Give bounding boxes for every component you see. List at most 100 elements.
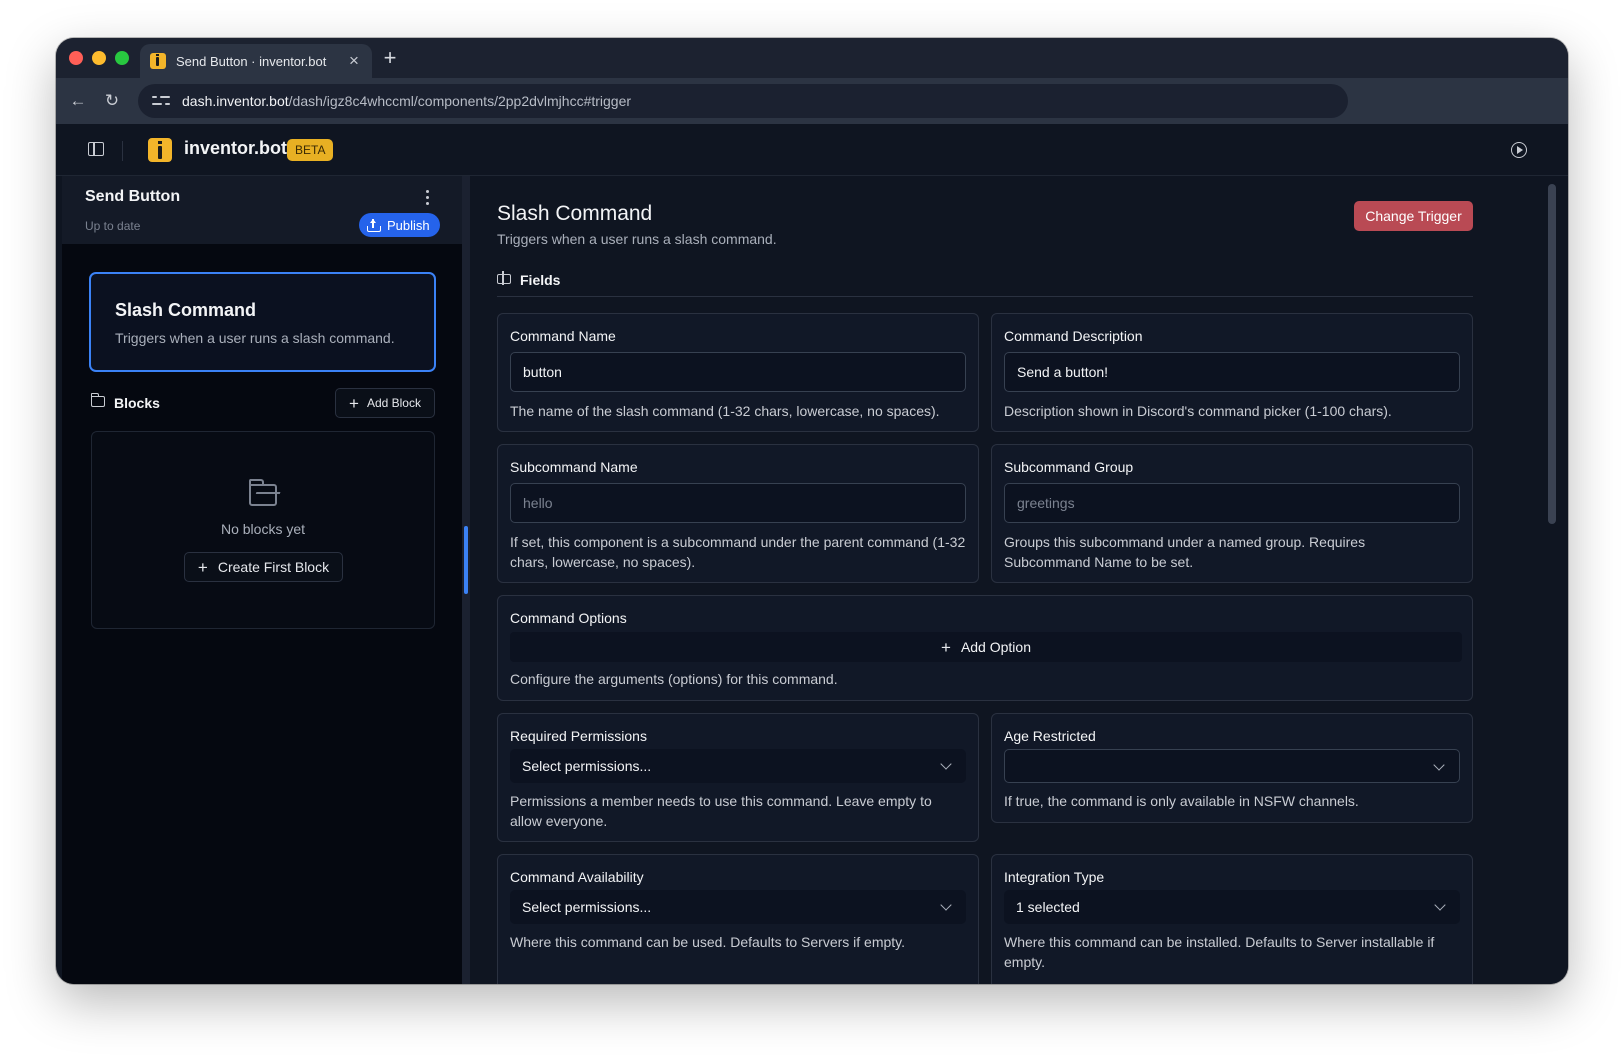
command-availability-help: Where this command can be used. Defaults…	[510, 934, 906, 950]
command-description-input[interactable]: Send a button!	[1004, 352, 1460, 392]
plus-icon: +	[197, 557, 208, 577]
fields-section-header: Fields	[497, 269, 1473, 297]
favicon-icon	[150, 53, 166, 69]
minimize-window-button[interactable]	[92, 51, 106, 65]
panel-resizer[interactable]	[462, 176, 470, 984]
sidebar-toggle-icon[interactable]	[88, 142, 104, 156]
fields-label: Fields	[520, 272, 561, 288]
more-options-icon[interactable]	[423, 189, 431, 207]
required-permissions-card: Required Permissions Select permissions.…	[497, 713, 979, 842]
beta-badge: BETA	[287, 139, 334, 161]
tab-title: Send Button · inventor.bot	[176, 53, 327, 69]
app-header: inventor.bot BETA	[56, 124, 1568, 176]
reload-icon[interactable]: ↻	[100, 89, 124, 113]
age-restricted-card: Age Restricted If true, the command is o…	[991, 713, 1473, 823]
address-bar[interactable]: dash.inventor.bot/dash/igz8c4whccml/comp…	[138, 84, 1348, 118]
chevron-down-icon	[940, 899, 952, 911]
create-first-block-label: Create First Block	[217, 559, 330, 575]
publish-button[interactable]: Publish	[359, 213, 440, 237]
command-options-help: Configure the arguments (options) for th…	[510, 671, 838, 687]
integration-type-value: 1 selected	[1016, 899, 1080, 915]
integration-type-card: Integration Type 1 selected Where this c…	[991, 854, 1473, 984]
subcommand-group-input[interactable]: greetings	[1004, 483, 1460, 523]
back-arrow-icon[interactable]: ←	[66, 89, 90, 113]
age-restricted-label: Age Restricted	[1004, 728, 1096, 744]
close-window-button[interactable]	[69, 51, 83, 65]
command-options-card: Command Options + Add Option Configure t…	[497, 595, 1473, 701]
command-availability-value: Select permissions...	[522, 899, 652, 915]
sidebar-header: Send Button Up to date Publish	[62, 176, 462, 244]
folder-icon	[90, 393, 105, 407]
integration-type-label: Integration Type	[1004, 869, 1105, 885]
age-restricted-select[interactable]	[1004, 749, 1460, 783]
trigger-settings-panel: Slash Command Triggers when a user runs …	[470, 176, 1568, 984]
required-permissions-label: Required Permissions	[510, 728, 647, 744]
command-options-label: Command Options	[510, 610, 627, 626]
add-option-label: Add Option	[960, 639, 1031, 655]
text-cursor-input-icon	[497, 271, 511, 285]
browser-toolbar: ← ↻ dash.inventor.bot/dash/igz8c4whccml/…	[56, 78, 1568, 124]
chevron-down-icon	[940, 758, 952, 770]
publish-status: Up to date	[85, 219, 141, 233]
subcommand-group-card: Subcommand Group greetings Groups this s…	[991, 444, 1473, 583]
chevron-down-icon	[1433, 759, 1445, 771]
blocks-section-header: Blocks + Add Block	[90, 388, 435, 418]
url-text: dash.inventor.bot/dash/igz8c4whccml/comp…	[182, 93, 632, 109]
publish-label: Publish	[387, 217, 430, 233]
required-permissions-help: Permissions a member needs to use this c…	[510, 793, 932, 829]
trigger-card[interactable]: Slash Command Triggers when a user runs …	[89, 272, 436, 372]
required-permissions-value: Select permissions...	[522, 758, 652, 774]
tab-strip: Send Button · inventor.bot × +	[56, 38, 1568, 78]
browser-tab[interactable]: Send Button · inventor.bot ×	[140, 44, 372, 78]
command-description-label: Command Description	[1004, 328, 1143, 344]
subcommand-name-input[interactable]: hello	[510, 483, 966, 523]
chevron-down-icon	[1434, 899, 1446, 911]
subcommand-group-label: Subcommand Group	[1004, 459, 1134, 475]
scrollbar[interactable]	[1548, 184, 1556, 524]
command-name-label: Command Name	[510, 328, 616, 344]
subcommand-name-card: Subcommand Name hello If set, this compo…	[497, 444, 979, 583]
command-availability-card: Command Availability Select permissions.…	[497, 854, 979, 984]
subcommand-name-label: Subcommand Name	[510, 459, 638, 475]
resizer-handle[interactable]	[464, 526, 468, 594]
blocks-label: Blocks	[114, 395, 160, 411]
command-description-help: Description shown in Discord's command p…	[1004, 403, 1392, 419]
trigger-card-title: Slash Command	[115, 300, 257, 320]
command-availability-label: Command Availability	[510, 869, 644, 885]
trigger-card-description: Triggers when a user runs a slash comman…	[115, 330, 395, 346]
header-divider	[122, 141, 123, 161]
add-block-label: Add Block	[366, 396, 421, 410]
age-restricted-help: If true, the command is only available i…	[1004, 793, 1359, 809]
command-name-help: The name of the slash command (1-32 char…	[510, 403, 940, 419]
brand-name: inventor.bot	[184, 138, 287, 158]
tab-close-icon[interactable]: ×	[346, 51, 362, 71]
new-tab-button[interactable]: +	[378, 46, 402, 70]
empty-blocks-panel: No blocks yet + Create First Block	[91, 431, 435, 629]
site-settings-icon[interactable]	[152, 94, 170, 108]
inventor-logo-icon	[148, 138, 172, 162]
change-trigger-button[interactable]: Change Trigger	[1354, 201, 1473, 231]
plus-icon: +	[941, 637, 951, 657]
command-name-card: Command Name button The name of the slas…	[497, 313, 979, 432]
component-title: Send Button	[85, 188, 181, 205]
page-title: Slash Command	[497, 202, 653, 225]
create-first-block-button[interactable]: + Create First Block	[184, 552, 343, 582]
add-block-button[interactable]: + Add Block	[335, 388, 435, 418]
command-description-card: Command Description Send a button! Descr…	[991, 313, 1473, 432]
subcommand-name-help: If set, this component is a subcommand u…	[510, 534, 966, 570]
integration-type-help: Where this command can be installed. Def…	[1004, 934, 1435, 970]
subcommand-group-help: Groups this subcommand under a named gro…	[1004, 534, 1366, 570]
empty-blocks-text: No blocks yet	[220, 521, 306, 537]
play-circle-icon[interactable]	[1511, 142, 1527, 158]
upload-icon	[367, 218, 381, 232]
command-name-input[interactable]: button	[510, 352, 966, 392]
required-permissions-select[interactable]: Select permissions...	[510, 749, 966, 783]
add-option-button[interactable]: + Add Option	[510, 632, 1462, 662]
component-sidebar: Send Button Up to date Publish Slash Com…	[62, 176, 462, 984]
maximize-window-button[interactable]	[115, 51, 129, 65]
open-folder-icon	[249, 479, 277, 506]
browser-window: Send Button · inventor.bot × + ← ↻ dash.…	[56, 38, 1568, 984]
integration-type-select[interactable]: 1 selected	[1004, 890, 1460, 924]
plus-icon: +	[349, 393, 359, 413]
command-availability-select[interactable]: Select permissions...	[510, 890, 966, 924]
